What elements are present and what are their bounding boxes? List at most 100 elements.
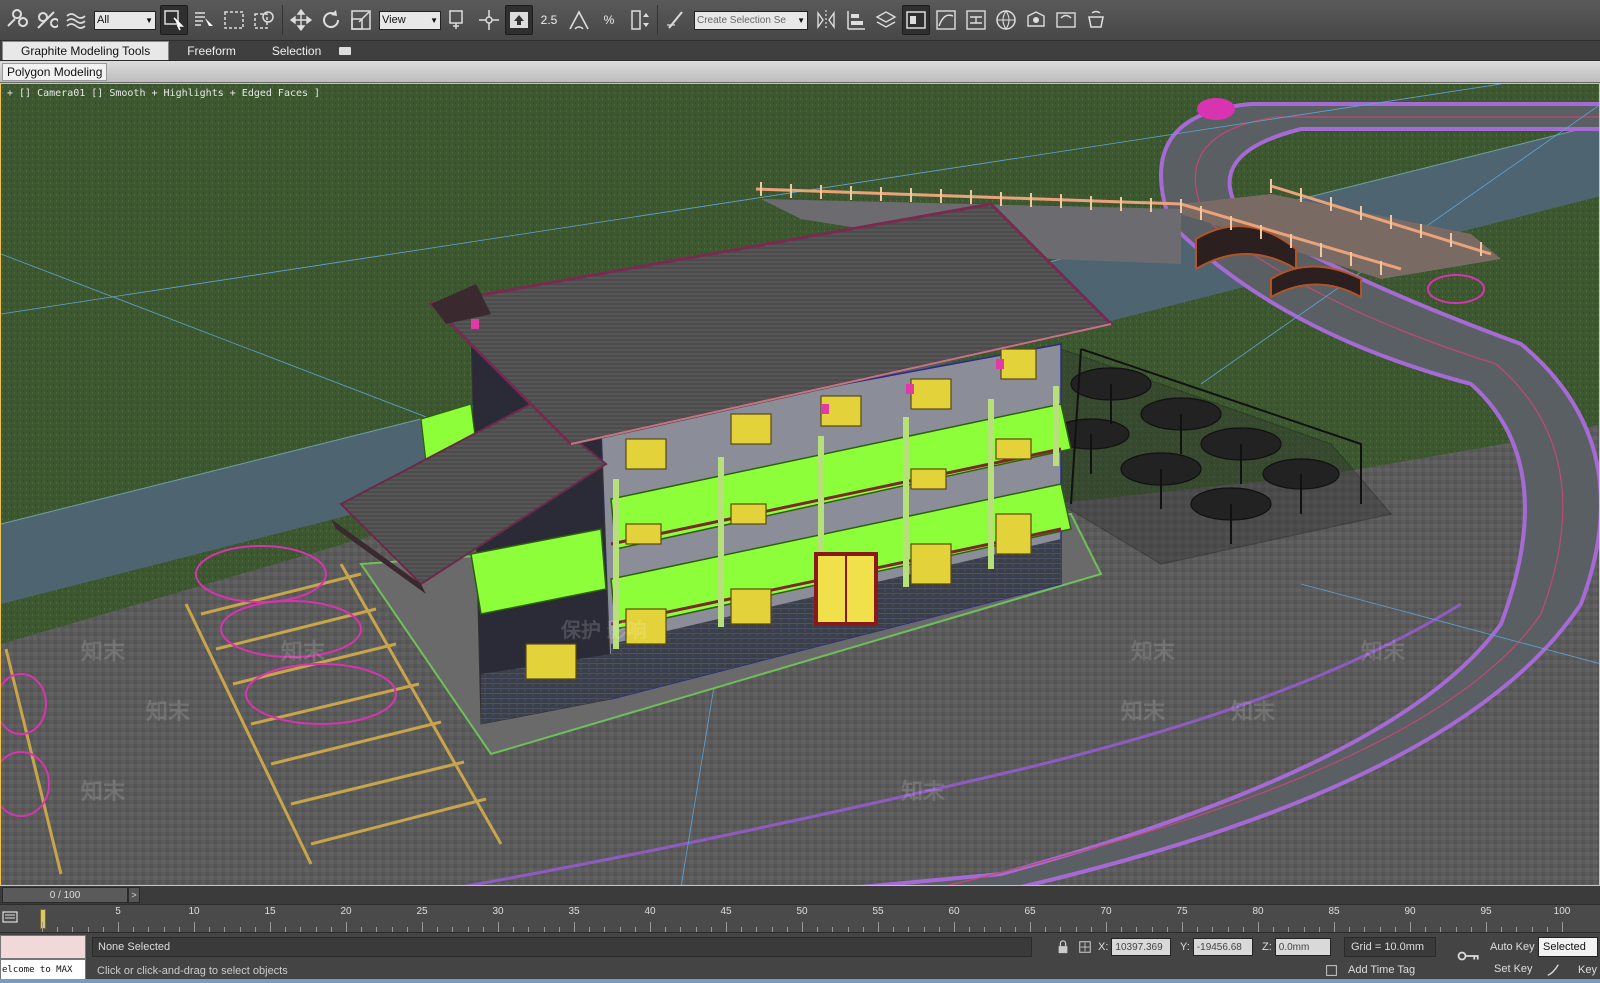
x-field[interactable]: 10397.369: [1111, 938, 1172, 956]
unlink-icon[interactable]: [32, 5, 60, 35]
x-coordinate: X: 10397.369: [1098, 937, 1172, 957]
timeline-tick: [1106, 922, 1107, 932]
watermark: 知末: [81, 779, 126, 804]
timeline-tick: [574, 922, 575, 932]
y-field[interactable]: -19456.68: [1192, 938, 1253, 956]
timeline-tick: [1410, 922, 1411, 932]
timeline-tick: [118, 922, 119, 932]
lock-icon[interactable]: [1054, 938, 1072, 956]
viewport-scene[interactable]: [1, 84, 1600, 886]
render-setup-icon[interactable]: [1022, 5, 1050, 35]
rotate-icon[interactable]: [317, 5, 345, 35]
angle-snap-icon[interactable]: [565, 5, 593, 35]
track-bar-menu-icon[interactable]: [2, 909, 18, 925]
snaps-toggle-icon[interactable]: 2.5: [535, 5, 563, 35]
percent-snap-icon[interactable]: %: [595, 5, 623, 35]
reference-coordinate-dropdown[interactable]: View ▼: [379, 10, 441, 30]
time-tag-icon[interactable]: [1322, 961, 1340, 979]
curve-editor-icon[interactable]: [932, 5, 960, 35]
watermark: 知末: [146, 699, 191, 724]
watermark: 知末: [901, 779, 946, 804]
select-and-link-icon[interactable]: [2, 5, 30, 35]
add-time-tag-button[interactable]: Add Time Tag: [1348, 964, 1415, 976]
rectangular-selection-icon[interactable]: [220, 5, 248, 35]
timeline-tick-label: 30: [492, 906, 504, 917]
align-icon[interactable]: [842, 5, 870, 35]
maxscript-mini-listener-output[interactable]: [0, 935, 86, 959]
timeline-tick: [498, 922, 499, 932]
camera-viewport[interactable]: + [] Camera01 [] Smooth + Highlights + E…: [0, 83, 1600, 886]
panel-polygon-modeling[interactable]: Polygon Modeling: [2, 63, 108, 81]
key-tangent-icon[interactable]: [1544, 961, 1562, 979]
timeline-tick: [270, 922, 271, 932]
timeline-tick-label: 75: [1176, 906, 1188, 917]
tab-graphite-modeling-tools[interactable]: Graphite Modeling Tools: [2, 41, 170, 60]
timeline-tick-label: 50: [796, 906, 808, 917]
auto-key-button[interactable]: Auto Key: [1490, 941, 1535, 953]
time-slider[interactable]: 0 / 100 >: [0, 886, 1600, 904]
schematic-view-icon[interactable]: [962, 5, 990, 35]
timeline-tick: [1258, 922, 1259, 932]
scale-icon[interactable]: [347, 5, 375, 35]
mirror-icon[interactable]: [812, 5, 840, 35]
set-key-button[interactable]: Set Key: [1494, 963, 1533, 975]
time-slider-thumb[interactable]: 0 / 100: [2, 887, 128, 903]
selection-status: None Selected: [92, 937, 1032, 957]
move-icon[interactable]: [287, 5, 315, 35]
watermark: 知末: [1361, 639, 1406, 664]
z-coordinate: Z: 0.0mm: [1262, 937, 1331, 957]
maxscript-listener[interactable]: elcome to MAX: [0, 935, 86, 981]
timeline-tick: [1562, 922, 1563, 932]
timeline-tick-label: 60: [948, 906, 960, 917]
material-editor-icon[interactable]: [992, 5, 1020, 35]
layer-manager-icon[interactable]: [872, 5, 900, 35]
tab-selection[interactable]: Selection: [254, 41, 339, 60]
percent-snap-label: %: [603, 13, 615, 27]
window-crossing-icon[interactable]: [250, 5, 278, 35]
viewport-label[interactable]: + [] Camera01 [] Smooth + Highlights + E…: [7, 88, 320, 99]
timeline-tick-label: 15: [264, 906, 276, 917]
pivot-center-icon[interactable]: [445, 5, 473, 35]
y-label: Y:: [1180, 941, 1190, 953]
timeline-tick: [802, 922, 803, 932]
select-object-icon[interactable]: [160, 5, 188, 35]
toolbar-separator: [282, 5, 283, 35]
key-filters-button[interactable]: Key: [1578, 964, 1597, 976]
rendered-frame-window-icon[interactable]: [1052, 5, 1080, 35]
ribbon-options-icon[interactable]: [339, 47, 352, 55]
absolute-mode-icon[interactable]: [1076, 938, 1094, 956]
bind-to-space-warp-icon[interactable]: [62, 5, 90, 35]
tab-freeform[interactable]: Freeform: [169, 41, 254, 60]
timeline-tick-label: 35: [568, 906, 580, 917]
time-marker[interactable]: [40, 909, 46, 929]
ribbon-panel: Polygon Modeling: [0, 61, 1600, 83]
timeline-tick: [726, 922, 727, 932]
track-bar[interactable]: 5 10 15 20 25 30 35 40 45 50 55 60 65 70 75 80 85 90 95 100: [0, 904, 1600, 932]
main-toolbar: All ▼ View ▼ 2.5 % Create Selection Se ▼: [0, 0, 1600, 41]
manipulate-icon[interactable]: [475, 5, 503, 35]
edit-named-selection-icon[interactable]: [662, 5, 690, 35]
timeline-tick: [878, 922, 879, 932]
timeline-tick-label: 65: [1024, 906, 1036, 917]
render-production-icon[interactable]: [1082, 5, 1110, 35]
z-field[interactable]: 0.0mm: [1274, 938, 1331, 956]
maxscript-mini-listener-input[interactable]: elcome to MAX: [0, 959, 86, 981]
timeline-tick-label: 70: [1100, 906, 1112, 917]
named-selection-dropdown[interactable]: Create Selection Se ▼: [694, 10, 808, 30]
keyboard-shortcut-override-icon[interactable]: [505, 5, 533, 35]
timeline-tick: [422, 922, 423, 932]
graphite-toggle-icon[interactable]: [902, 5, 930, 35]
timeline-tick-label: 40: [644, 906, 656, 917]
select-by-name-icon[interactable]: [190, 5, 218, 35]
spinner-snap-icon[interactable]: [625, 5, 653, 35]
next-frame-button[interactable]: >: [128, 887, 140, 903]
watermark: 知末: [281, 639, 326, 664]
key-filter-dropdown[interactable]: Selected: [1538, 937, 1598, 957]
timeline-tick: [194, 922, 195, 932]
timeline-tick: [954, 922, 955, 932]
set-key-mode-icon[interactable]: [1456, 947, 1482, 965]
selection-filter-dropdown[interactable]: All ▼: [94, 10, 156, 30]
timeline-tick-label: 95: [1480, 906, 1492, 917]
timeline-tick: [42, 922, 43, 932]
chevron-down-icon: ▼: [430, 15, 438, 25]
